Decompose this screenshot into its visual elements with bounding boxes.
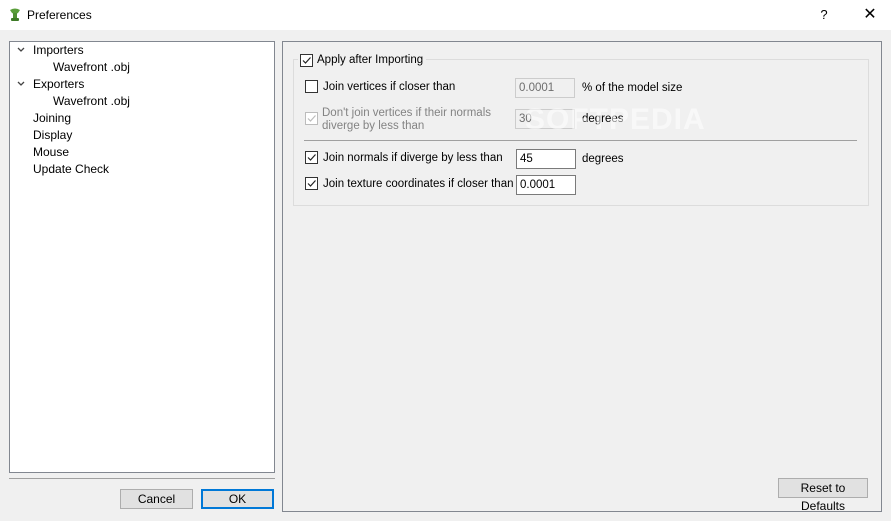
tree-item-importers[interactable]: Importers <box>33 42 84 59</box>
help-button[interactable]: ? <box>812 0 836 30</box>
ok-button[interactable]: OK <box>201 489 274 509</box>
dont-join-vertices-label-line2: diverge by less than <box>322 120 425 132</box>
tree-item-exporters-wavefront[interactable]: Wavefront .obj <box>53 93 130 110</box>
apply-after-importing-checkbox[interactable] <box>300 53 313 67</box>
join-vertices-unit: % of the model size <box>582 82 683 94</box>
join-normals-input[interactable]: 45 <box>516 149 576 169</box>
dont-join-vertices-unit: degrees <box>582 113 624 125</box>
apply-after-importing-row: Apply after Importing <box>298 52 427 68</box>
join-vertices-checkbox[interactable] <box>305 80 318 93</box>
close-button[interactable]: ✕ <box>855 0 885 30</box>
tree-item-display[interactable]: Display <box>33 127 72 144</box>
join-vertices-label: Join vertices if closer than <box>323 81 456 93</box>
app-logo-icon <box>10 8 20 21</box>
tree-item-update-check[interactable]: Update Check <box>33 161 109 178</box>
dont-join-vertices-label-line1: Don't join vertices if their normals <box>322 107 492 119</box>
left-divider <box>9 478 275 479</box>
window-title: Preferences <box>27 8 92 22</box>
join-normals-label: Join normals if diverge by less than <box>323 152 503 164</box>
dont-join-vertices-input[interactable]: 30 <box>515 109 575 129</box>
join-texture-label: Join texture coordinates if closer than <box>323 178 514 190</box>
join-texture-input[interactable]: 0.0001 <box>516 175 576 195</box>
group-separator <box>304 140 857 141</box>
join-vertices-input[interactable]: 0.0001 <box>515 78 575 98</box>
apply-after-importing-label: Apply after Importing <box>317 54 424 66</box>
join-normals-unit: degrees <box>582 153 624 165</box>
tree-item-mouse[interactable]: Mouse <box>33 144 69 161</box>
dont-join-vertices-checkbox[interactable] <box>305 112 318 125</box>
cancel-button[interactable]: Cancel <box>120 489 193 509</box>
chevron-down-icon[interactable] <box>16 76 26 93</box>
tree-item-exporters[interactable]: Exporters <box>33 76 84 93</box>
join-texture-checkbox[interactable] <box>305 177 318 190</box>
title-bar: Preferences ? ✕ <box>0 0 891 30</box>
tree-item-joining[interactable]: Joining <box>33 110 71 127</box>
preferences-tree[interactable]: Importers Wavefront .obj Exporters Wavef… <box>9 41 275 473</box>
reset-to-defaults-button[interactable]: Reset to Defaults <box>778 478 868 513</box>
join-normals-checkbox[interactable] <box>305 151 318 164</box>
chevron-down-icon[interactable] <box>16 42 26 59</box>
tree-item-importers-wavefront[interactable]: Wavefront .obj <box>53 59 130 76</box>
